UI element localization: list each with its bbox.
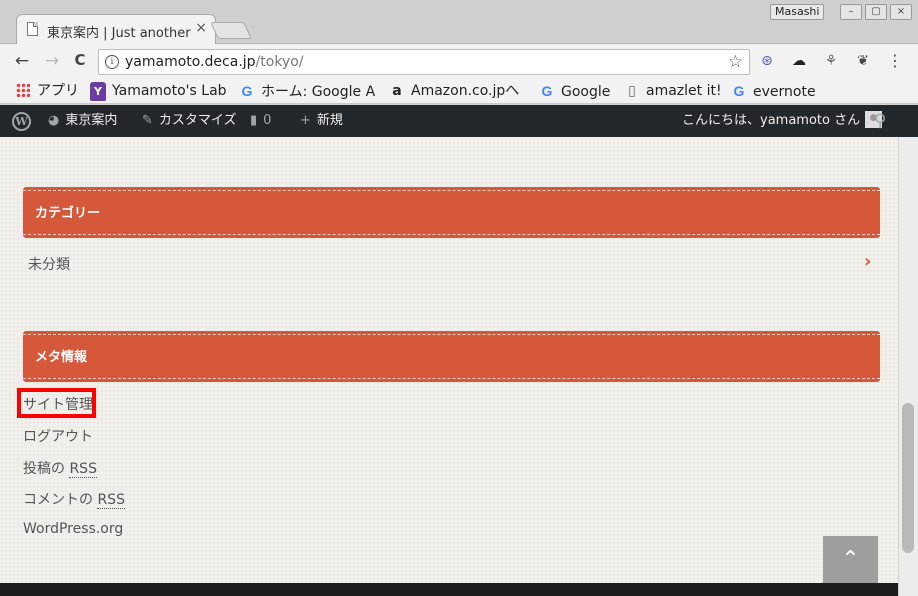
dashboard-icon: ◕ [48,113,60,128]
yamamoto-icon: Y [90,82,106,101]
category-item-uncategorized[interactable]: 未分類 [28,254,70,274]
google-icon: G [241,83,253,99]
comment-icon: ▮ [250,113,258,128]
amazon-icon: a [392,83,402,99]
brush-icon: ✎ [142,113,153,128]
bookmark-google[interactable]: G Google [539,81,611,101]
evernote-icon[interactable]: ❦ [854,52,872,70]
chevron-right-icon[interactable]: › [864,251,871,272]
wordpress-org-link[interactable]: WordPress.org [23,521,123,537]
close-window-button[interactable]: × [890,4,912,20]
meta-widget-title: メタ情報 [23,331,880,382]
reload-button[interactable]: C [70,51,90,69]
entries-rss-link[interactable]: 投稿の RSS [23,458,97,478]
url-text[interactable]: yamamoto.deca.jp/tokyo/ [125,54,304,70]
back-to-top-button[interactable]: ⌃ [823,536,878,584]
new-tab-button[interactable] [210,22,252,39]
bookmark-evernote[interactable]: Gevernote [731,81,816,101]
minimize-button[interactable]: – [840,4,862,20]
page-icon: ▯ [628,83,636,99]
bookmark-amazon[interactable]: a Amazon.co.jpへ [389,81,529,101]
google-icon: G [733,83,745,99]
tab-close-button[interactable]: × [195,20,207,36]
bookmark-star-icon[interactable]: ☆ [728,52,743,72]
bookmark-apps[interactable]: アプリ [16,81,79,101]
address-bar[interactable]: i yamamoto.deca.jp/tokyo/ ☆ [98,49,750,75]
browser-title-bar: 東京案内 | Just another × Masashi – ▢ × [0,0,918,45]
browser-tab[interactable]: 東京案内 | Just another × [16,14,216,45]
chrome-menu-icon[interactable]: ⋮ [886,52,904,70]
maximize-button[interactable]: ▢ [865,4,887,20]
admin-search-icon[interactable]: ⚲ [874,105,886,137]
admin-new[interactable]: + 新規 [300,105,343,137]
extension-cloud-icon[interactable]: ☁ [790,52,808,70]
categories-widget-title: カテゴリー [23,187,880,238]
page-icon [27,22,38,36]
footer-strip [0,583,898,596]
wordpress-logo-icon[interactable]: W [12,112,31,131]
bookmarks-bar: アプリ Y Yamamoto's Lab G ホーム: Google A a Amaz… [0,78,918,104]
profile-button[interactable]: Masashi [770,4,825,20]
bookmark-amazlet[interactable]: ▯ amazlet it! [624,81,721,101]
page-content: カテゴリー 未分類 › メタ情報 サイト管理 ログアウト 投稿の RSS コメン… [0,137,898,584]
back-button[interactable]: ← [12,51,32,71]
browser-toolbar: ← → C i yamamoto.deca.jp/tokyo/ ☆ ⊛ ☁ ⚘ … [0,44,918,78]
apps-grid-icon [16,83,30,97]
tab-title: 東京案内 | Just another [47,26,191,41]
wp-admin-bar: W ◕ 東京案内 ✎ カスタマイズ ▮ 0 + 新規 こんにちは、yamamoto さん… [0,105,918,137]
forward-button[interactable]: → [42,51,62,71]
comments-rss-link[interactable]: コメントの RSS [23,489,125,509]
extension-globe-icon[interactable]: ⊛ [758,52,776,70]
page-scrollbar[interactable] [898,137,918,596]
admin-site-name[interactable]: ◕ 東京案内 [48,105,117,137]
info-icon[interactable]: i [105,55,119,69]
admin-customize[interactable]: ✎ カスタマイズ [142,105,237,137]
admin-comments[interactable]: ▮ 0 [250,105,271,137]
extension-plugin-icon[interactable]: ⚘ [822,52,840,70]
google-icon: G [541,83,553,99]
bookmark-yamamotos-lab[interactable]: Y Yamamoto's Lab [90,81,226,101]
plus-icon: + [300,113,311,128]
site-admin-link[interactable]: サイト管理 [23,394,93,414]
chevron-up-icon: ⌃ [841,547,860,572]
scrollbar-thumb[interactable] [902,403,914,553]
bookmark-google-home[interactable]: G ホーム: Google A [239,81,376,101]
logout-link[interactable]: ログアウト [23,426,93,446]
admin-account[interactable]: こんにちは、yamamoto さん [682,105,883,137]
